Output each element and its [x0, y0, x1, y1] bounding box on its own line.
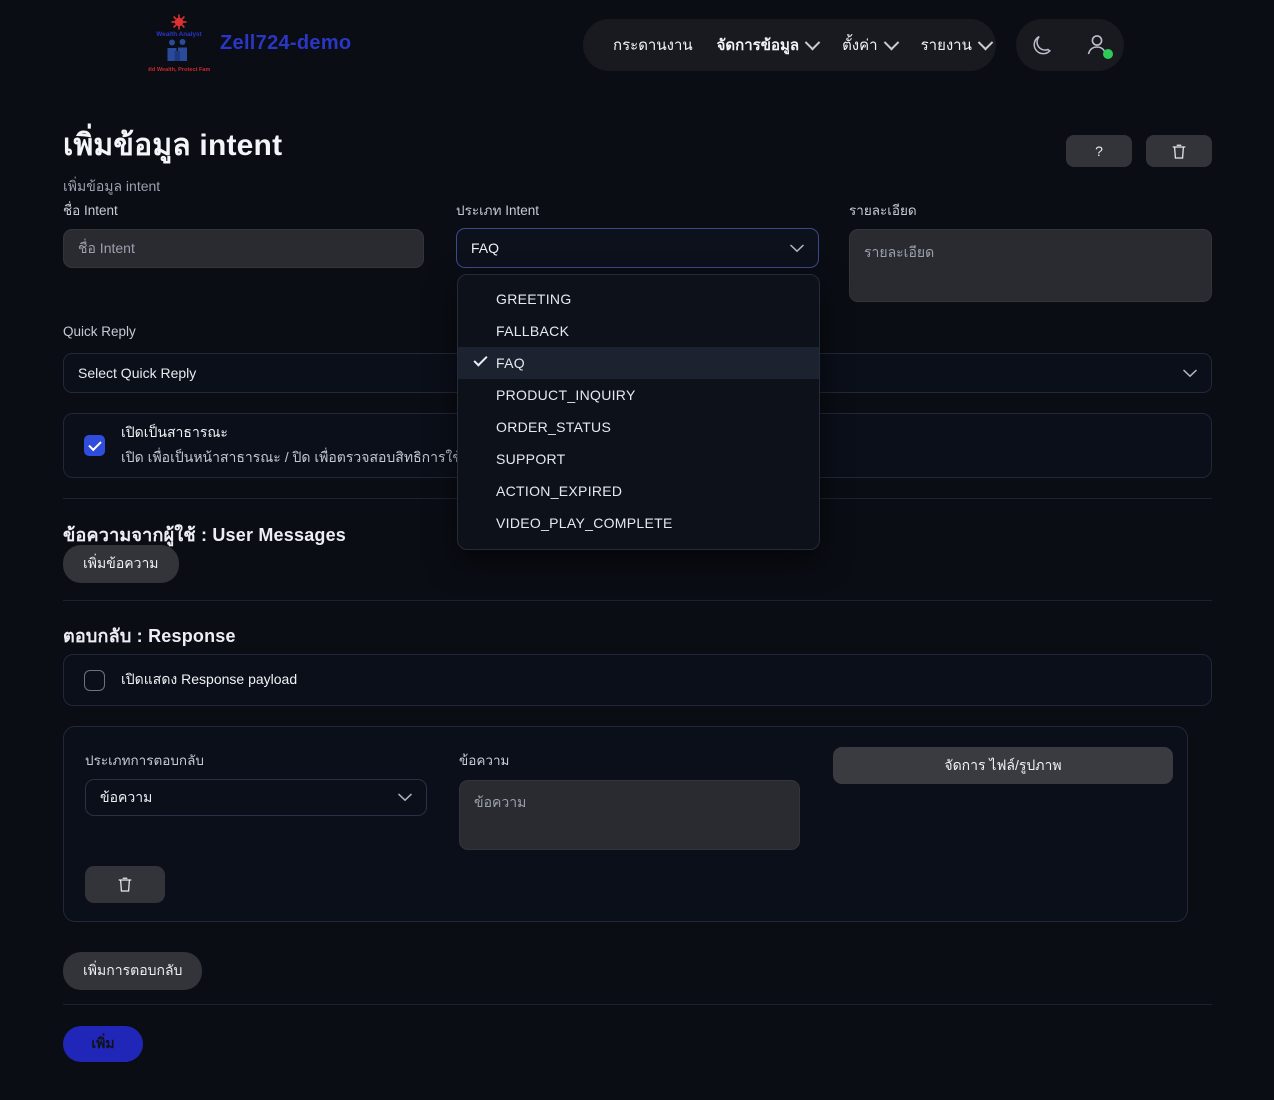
- page-header: เพิ่มข้อมูล intent เพิ่มข้อมูล intent: [63, 122, 282, 198]
- trash-icon: [117, 876, 133, 893]
- option-label: FAQ: [496, 355, 525, 371]
- check-icon: [473, 352, 488, 367]
- chevron-down-icon: [804, 34, 821, 50]
- response-message-textarea[interactable]: ข้อความ: [459, 780, 800, 850]
- add-user-message-button[interactable]: เพิ่มข้อความ: [63, 545, 179, 583]
- nav-item-reports[interactable]: รายงาน: [909, 27, 1003, 63]
- response-type-label: ประเภทการตอบกลับ: [85, 753, 204, 768]
- dropdown-option-order-status[interactable]: ORDER_STATUS: [458, 411, 819, 443]
- nav-item-label: จัดการข้อมูล: [716, 37, 800, 54]
- page-title: เพิ่มข้อมูล intent: [63, 129, 283, 162]
- dropdown-option-faq[interactable]: FAQ: [458, 347, 819, 379]
- brand-logo[interactable]: Wealth Analyst Build Wealth, Protect Fam…: [148, 14, 351, 72]
- add-response-button[interactable]: เพิ่มการตอบกลับ: [63, 952, 203, 990]
- trash-icon: [1171, 143, 1187, 160]
- nav-item-label: กระดานงาน: [613, 37, 693, 54]
- intent-type-label: ประเภท Intent: [456, 203, 540, 218]
- nav-item-dashboard[interactable]: กระดานงาน: [601, 27, 705, 63]
- chevron-down-icon: [1183, 369, 1197, 378]
- intent-type-select[interactable]: FAQ: [456, 228, 819, 268]
- chevron-down-icon: [790, 244, 804, 253]
- dropdown-option-support[interactable]: SUPPORT: [458, 443, 819, 475]
- option-label: GREETING: [496, 291, 572, 307]
- response-message-label: ข้อความ: [459, 753, 510, 768]
- svg-text:Build Wealth, Protect Family: Build Wealth, Protect Family: [148, 67, 210, 72]
- delete-intent-button[interactable]: [1146, 135, 1212, 167]
- svg-text:Wealth Analyst: Wealth Analyst: [156, 31, 202, 38]
- detail-textarea[interactable]: รายละเอียด: [849, 229, 1212, 302]
- public-visibility-description: เปิด เพื่อเป็นหน้าสาธารณะ / ปิด เพื่อตรว…: [121, 449, 487, 465]
- page-root: Wealth Analyst Build Wealth, Protect Fam…: [0, 0, 1274, 1100]
- online-status-dot: [1103, 49, 1113, 59]
- response-type-value: ข้อความ: [100, 788, 153, 805]
- nav-item-settings[interactable]: ตั้งค่า: [830, 27, 909, 63]
- intent-name-label: ชื่อ Intent: [63, 203, 118, 218]
- delete-response-button[interactable]: [85, 866, 165, 903]
- quick-reply-value: Select Quick Reply: [78, 365, 197, 381]
- dropdown-option-fallback[interactable]: FALLBACK: [458, 315, 819, 347]
- response-payload-card: เปิดแสดง Response payload: [63, 654, 1212, 706]
- nav-actions: [1016, 19, 1124, 71]
- response-type-select[interactable]: ข้อความ: [85, 779, 427, 816]
- option-label: SUPPORT: [496, 451, 566, 467]
- help-button[interactable]: ?: [1066, 135, 1132, 167]
- divider: [63, 1004, 1212, 1005]
- intent-type-value: FAQ: [471, 240, 500, 256]
- response-payload-label: เปิดแสดง Response payload: [121, 671, 298, 687]
- option-label: PRODUCT_INQUIRY: [496, 387, 636, 403]
- public-visibility-text: เปิดเป็นสาธารณะ เปิด เพื่อเป็นหน้าสาธารณ…: [121, 422, 486, 469]
- header-actions: ?: [1066, 135, 1212, 167]
- brand-name: Zell724-demo: [220, 31, 352, 54]
- public-visibility-checkbox[interactable]: [84, 435, 105, 456]
- response-heading: ตอบกลับ : Response: [63, 626, 236, 646]
- option-label: FALLBACK: [496, 323, 570, 339]
- user-icon[interactable]: [1084, 32, 1113, 59]
- submit-button[interactable]: เพิ่ม: [63, 1026, 143, 1062]
- nav-item-label: ตั้งค่า: [842, 37, 878, 54]
- page-subtitle: เพิ่มข้อมูล intent: [63, 178, 161, 194]
- nav-item-data-management[interactable]: จัดการข้อมูล: [705, 27, 830, 63]
- public-visibility-title: เปิดเป็นสาธารณะ: [121, 424, 228, 440]
- company-logo-icon: Wealth Analyst Build Wealth, Protect Fam…: [148, 14, 210, 72]
- response-payload-checkbox[interactable]: [84, 669, 105, 691]
- option-label: ACTION_EXPIRED: [496, 483, 623, 499]
- dropdown-option-action-expired[interactable]: ACTION_EXPIRED: [458, 475, 819, 507]
- option-label: ORDER_STATUS: [496, 419, 612, 435]
- dropdown-option-greeting[interactable]: GREETING: [458, 283, 819, 315]
- nav-menu: กระดานงาน จัดการข้อมูล ตั้งค่า รายงาน: [583, 19, 996, 71]
- divider: [63, 600, 1212, 601]
- chevron-down-icon: [883, 34, 899, 50]
- chevron-down-icon: [398, 793, 412, 802]
- dropdown-option-video-play-complete[interactable]: VIDEO_PLAY_COMPLETE: [458, 507, 819, 539]
- dropdown-option-product-inquiry[interactable]: PRODUCT_INQUIRY: [458, 379, 819, 411]
- detail-label: รายละเอียด: [849, 203, 917, 218]
- intent-type-dropdown-menu: GREETING FALLBACK FAQ PRODUCT_INQUIRY OR…: [457, 274, 820, 550]
- quick-reply-label: Quick Reply: [63, 324, 136, 339]
- manage-files-button[interactable]: จัดการ ไฟล์/รูปภาพ: [833, 747, 1173, 784]
- option-label: VIDEO_PLAY_COMPLETE: [496, 515, 673, 531]
- chevron-down-icon: [977, 34, 994, 50]
- top-navigation-bar: Wealth Analyst Build Wealth, Protect Fam…: [0, 0, 1274, 92]
- moon-icon[interactable]: [1030, 32, 1056, 58]
- nav-item-label: รายงาน: [920, 37, 972, 54]
- intent-name-input[interactable]: ชื่อ Intent: [63, 229, 424, 268]
